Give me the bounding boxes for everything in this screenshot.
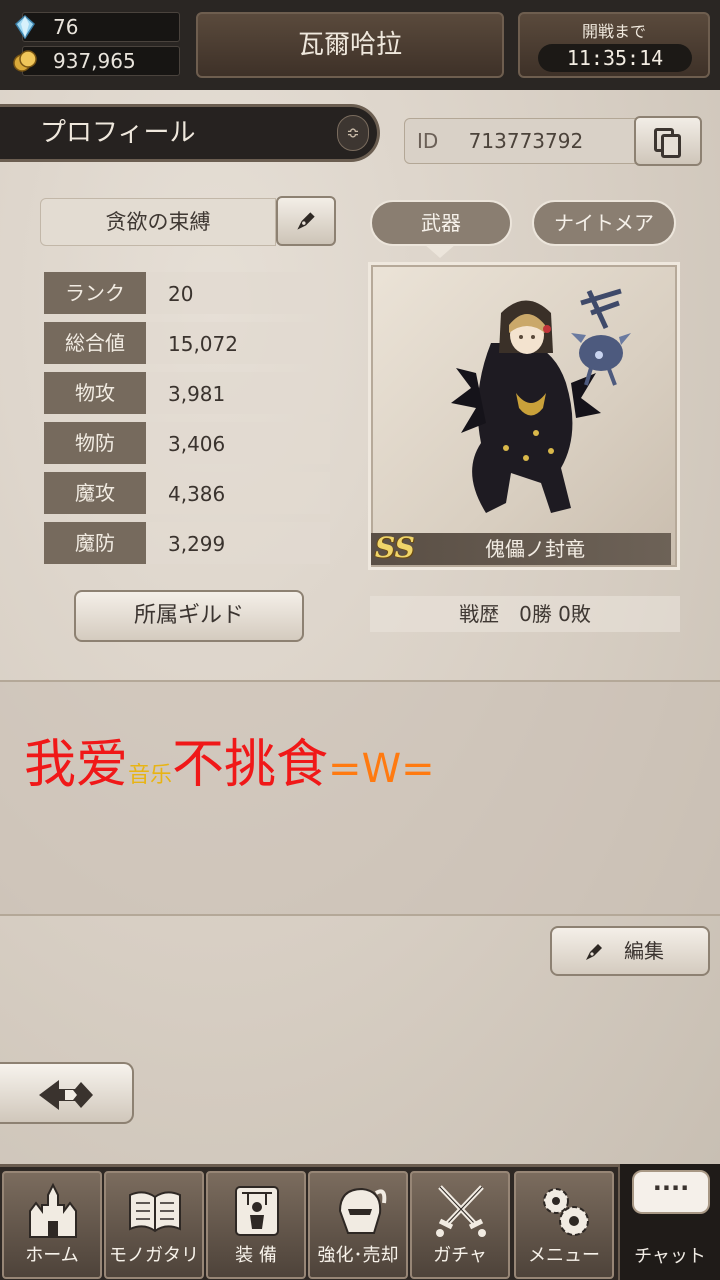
nav-label: 装 備 — [235, 1245, 277, 1266]
crystal-icon — [15, 15, 35, 39]
stat-value: 3,981 — [146, 372, 330, 414]
tab-weapon[interactable]: 武器 — [370, 200, 512, 246]
book-icon — [129, 1191, 181, 1233]
profile-comment: 我爱音乐不挑食=W= — [24, 722, 435, 797]
edit-comment-button[interactable]: 編集 — [550, 926, 710, 976]
back-arrow-icon — [39, 1080, 93, 1110]
back-button[interactable] — [0, 1062, 134, 1124]
copy-icon-front — [661, 134, 681, 158]
nav-label: ガチャ — [433, 1245, 487, 1266]
stat-row-mag-atk: 魔攻 4,386 — [44, 472, 330, 514]
player-id: ID 713773792 — [404, 118, 640, 164]
nav-label: チャット — [634, 1246, 706, 1267]
stat-label: ランク — [44, 272, 146, 314]
nav-label: ホーム — [25, 1245, 79, 1266]
profile-tab: プロフィール ≎ — [0, 104, 380, 162]
nav-equip[interactable]: 装 備 — [206, 1171, 306, 1279]
stat-row-rank: ランク 20 — [44, 272, 330, 314]
crossed-swords-icon — [436, 1185, 486, 1237]
weapon-name: 傀儡ノ封竜 — [371, 533, 671, 565]
chat-bubble-icon: ···· — [632, 1170, 710, 1214]
battle-record: 戦歴 0勝 0敗 — [370, 596, 680, 632]
puppet-icon — [235, 1186, 279, 1236]
nav-label: モノガタリ — [109, 1245, 199, 1266]
stat-label: 総合値 — [44, 322, 146, 364]
nav-home[interactable]: ホーム — [2, 1171, 102, 1279]
nav-chat[interactable]: ···· チャット — [618, 1164, 720, 1280]
stat-value: 15,072 — [146, 322, 330, 364]
battle-timer[interactable]: 開戦まで 11:35:14 — [518, 12, 710, 78]
pen-icon — [586, 944, 602, 960]
guild-button[interactable]: 所属ギルド — [74, 590, 304, 642]
nav-gacha[interactable]: ガチャ — [410, 1171, 510, 1279]
stat-row-mag-def: 魔防 3,299 — [44, 522, 330, 564]
battle-countdown: 11:35:14 — [538, 44, 692, 72]
profile-title: プロフィール — [40, 118, 196, 148]
gears-icon — [543, 1188, 589, 1236]
helmet-icon — [338, 1187, 387, 1234]
stat-label: 物攻 — [44, 372, 146, 414]
stat-value: 3,299 — [146, 522, 330, 564]
bottom-navigation: ホーム モノガタリ 装 備 強化･売却 ガチャ メニュー — [0, 1164, 720, 1280]
tab-toggle-icon[interactable]: ≎ — [337, 115, 369, 151]
top-bar: 76 937,965 瓦爾哈拉 開戦まで 11:35:14 — [0, 0, 720, 90]
gem-counter: 76 — [15, 12, 180, 42]
gold-count: 937,965 — [53, 49, 136, 73]
rarity-badge: SS — [375, 531, 415, 564]
tab-nightmare[interactable]: ナイトメア — [532, 200, 676, 246]
id-value: 713773792 — [468, 129, 584, 153]
nav-label: 強化･売却 — [317, 1245, 399, 1266]
nav-menu[interactable]: メニュー — [514, 1171, 614, 1279]
stat-value: 4,386 — [146, 472, 330, 514]
comment-part-3: 不挑食 — [172, 735, 329, 795]
stat-value: 3,406 — [146, 422, 330, 464]
nav-enhance-sell[interactable]: 強化･売却 — [308, 1171, 408, 1279]
comment-part-4: =W= — [328, 746, 435, 792]
copy-id-button[interactable] — [634, 116, 702, 166]
gem-count: 76 — [53, 15, 79, 39]
guild-title[interactable]: 瓦爾哈拉 — [196, 12, 504, 78]
comment-part-1: 我爱 — [24, 735, 129, 795]
comment-part-2: 音乐 — [128, 763, 173, 788]
castle-icon — [29, 1182, 77, 1238]
edit-name-button[interactable] — [276, 196, 336, 246]
stat-row-phys-def: 物防 3,406 — [44, 422, 330, 464]
edit-label: 編集 — [624, 939, 664, 963]
nav-label: メニュー — [528, 1245, 600, 1266]
stat-label: 魔防 — [44, 522, 146, 564]
stat-value: 20 — [146, 272, 330, 314]
weapon-card[interactable]: 傀儡ノ封竜 SS — [368, 262, 680, 570]
nav-story[interactable]: モノガタリ — [104, 1171, 204, 1279]
profile-comment-panel: 我爱音乐不挑食=W= — [0, 680, 720, 916]
stat-label: 物防 — [44, 422, 146, 464]
battle-label: 開戦まで — [581, 22, 646, 41]
id-label: ID — [417, 129, 439, 153]
pen-icon — [297, 212, 315, 230]
weapon-character-art — [451, 288, 631, 513]
player-name: 贪欲の束縛 — [40, 198, 276, 246]
coins-icon — [13, 50, 37, 72]
stat-label: 魔攻 — [44, 472, 146, 514]
stat-row-total: 総合値 15,072 — [44, 322, 330, 364]
gold-counter: 937,965 — [13, 46, 180, 76]
stat-row-phys-atk: 物攻 3,981 — [44, 372, 330, 414]
active-tab-pointer — [424, 244, 456, 258]
